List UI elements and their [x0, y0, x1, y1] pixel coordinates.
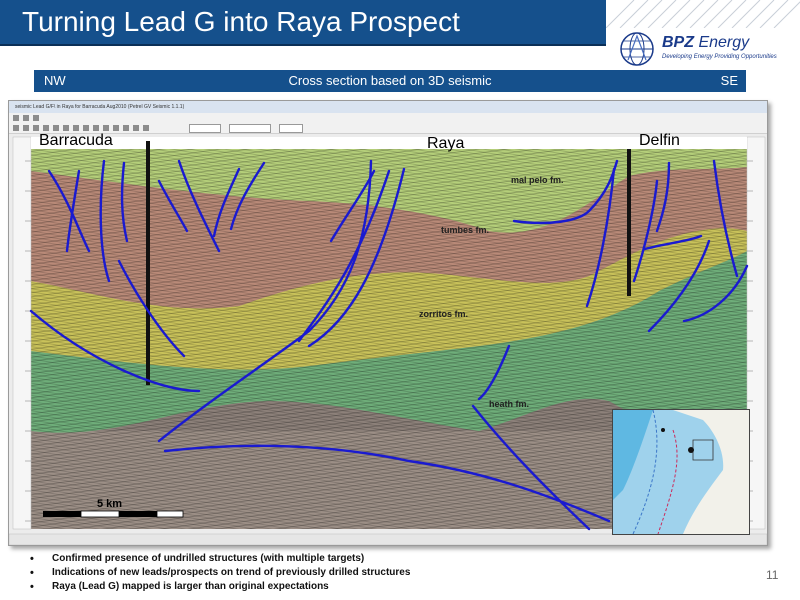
- decorative-lines: [606, 0, 800, 28]
- scale-bar-label: 5 km: [97, 498, 123, 510]
- globe-icon: [620, 32, 654, 66]
- company-logo: BPZ Energy Developing Energy Providing O…: [618, 30, 798, 68]
- left-axis: [12, 136, 32, 530]
- page-number: 11: [766, 568, 779, 582]
- formation-label-zorritos: zorritos fm.: [419, 309, 469, 319]
- well-label-delfin: Delfin: [639, 132, 680, 149]
- logo-name: BPZ Energy: [662, 34, 749, 52]
- formation-label-heath: heath fm.: [489, 399, 530, 409]
- bullet-list: Confirmed presence of undrilled structur…: [28, 552, 728, 594]
- section-center-label: Cross section based on 3D seismic: [288, 73, 492, 88]
- section-right-label: SE: [720, 73, 738, 88]
- well-label-barracuda: Barracuda: [39, 132, 113, 149]
- well-label-raya: Raya: [427, 135, 465, 152]
- formation-label-mal-pelo: mal pelo fm.: [511, 175, 564, 185]
- slide-title: Turning Lead G into Raya Prospect: [22, 6, 460, 37]
- logo-name-rest: Energy: [698, 34, 750, 51]
- section-left-label: NW: [44, 73, 66, 88]
- logo-name-bold: BPZ: [662, 34, 694, 51]
- bullet-item: Confirmed presence of undrilled structur…: [28, 552, 728, 566]
- title-bar: Turning Lead G into Raya Prospect: [0, 0, 606, 46]
- location-map-inset: [612, 409, 750, 535]
- bullet-item: Raya (Lead G) mapped is larger than orig…: [28, 580, 728, 594]
- formation-label-tumbes: tumbes fm.: [441, 225, 490, 235]
- scale-bar: [43, 510, 184, 518]
- logo-tagline: Developing Energy Providing Opportunitie…: [662, 54, 777, 60]
- status-strip: [9, 533, 767, 545]
- bullet-item: Indications of new leads/prospects on tr…: [28, 566, 728, 580]
- section-header: Cross section based on 3D seismic NW SE: [34, 70, 746, 92]
